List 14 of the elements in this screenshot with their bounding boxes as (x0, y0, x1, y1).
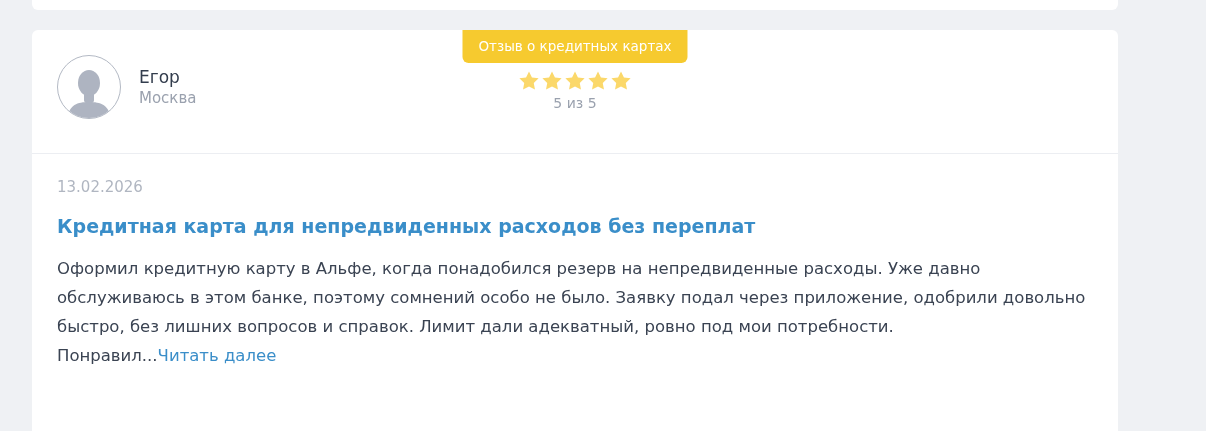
review-date: 13.02.2026 (57, 178, 143, 196)
category-badge: Отзыв о кредитных картах (462, 30, 688, 63)
review-text: Оформил кредитную карту в Альфе, когда понадобился резерв на непредвиденные расходы. Уже давно обслуживаюсь в этом банке, поэтому сомнений особо не было. Заявку подал через приложение, одобрили довольно быстро, без лишних вопросов и справок. Лимит дали адекватный, ровно под мои потребности. Понравил...Читать далее (57, 258, 1087, 367)
avatar-icon (57, 55, 121, 119)
star-icon (587, 70, 609, 92)
review-title[interactable]: Кредитная карта для непредвиденных расходов без переплат (57, 215, 756, 237)
star-icon (518, 70, 540, 92)
star-icon (610, 70, 632, 92)
star-icon (564, 70, 586, 92)
author-city: Москва (139, 89, 197, 107)
star-icon (541, 70, 563, 92)
read-more-link[interactable]: Читать далее (157, 346, 277, 365)
author-name: Егор (139, 67, 181, 87)
rating-caption: 5 из 5 (553, 95, 597, 111)
